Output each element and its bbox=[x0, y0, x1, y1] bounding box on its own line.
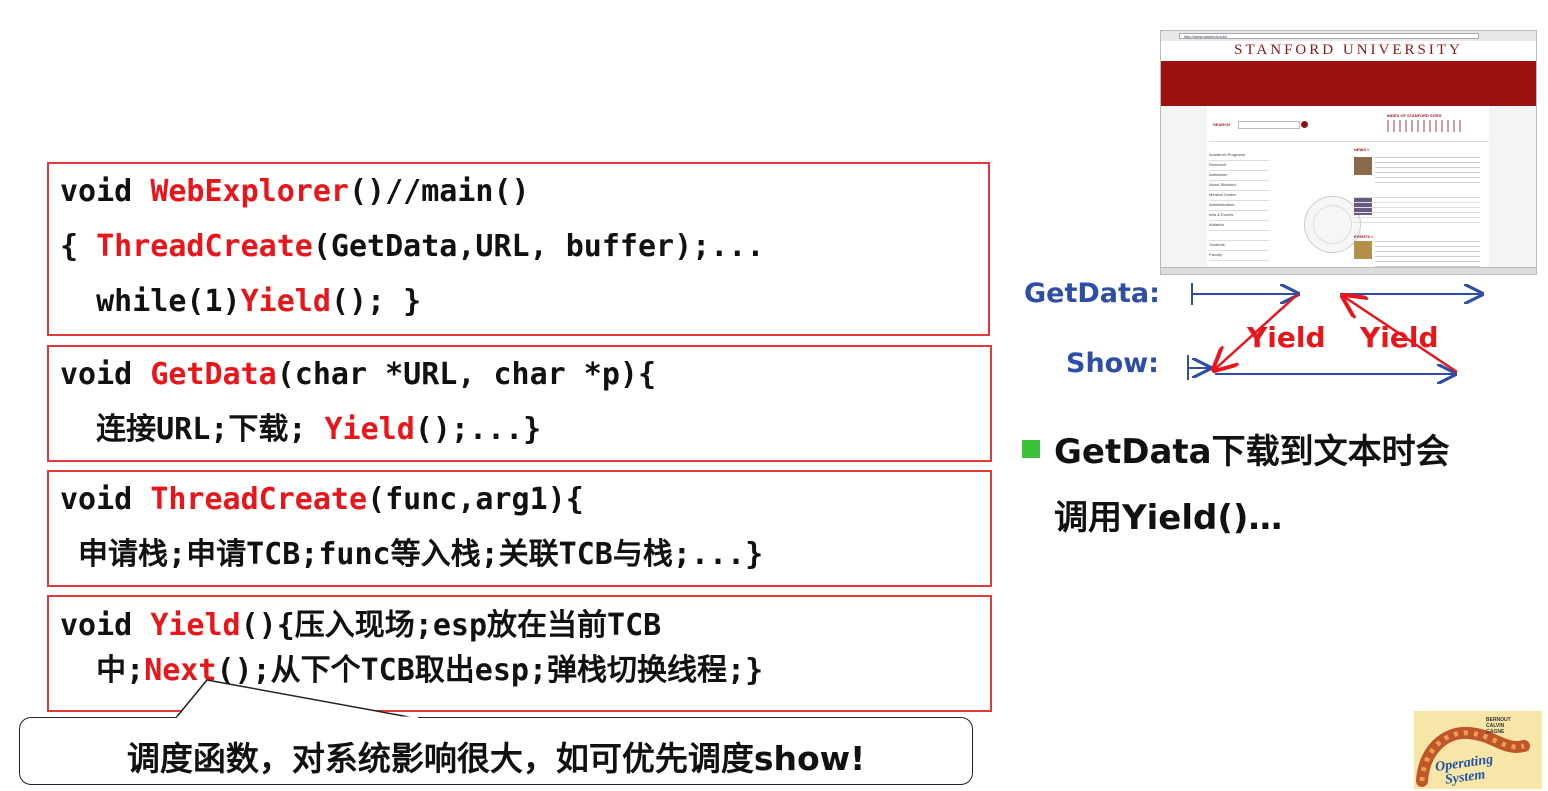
getdata-label: GetData: bbox=[1024, 278, 1160, 309]
yield-label-right: Yield bbox=[1360, 321, 1439, 354]
show-label: Show: bbox=[1066, 348, 1159, 379]
bullet-line-2: 调用Yield()… bbox=[1054, 498, 1283, 538]
yield-label-left: Yield bbox=[1247, 321, 1326, 354]
logo-small-text: BERNOUT CALVIN GAGNE bbox=[1486, 717, 1511, 735]
operating-system-logo: BERNOUT CALVIN GAGNE Operating System bbox=[1414, 711, 1542, 789]
bullet-square-icon bbox=[1022, 440, 1040, 458]
bullet-line-1: GetData下载到文本时会 bbox=[1054, 432, 1450, 472]
yield-diagram bbox=[1187, 283, 1548, 791]
